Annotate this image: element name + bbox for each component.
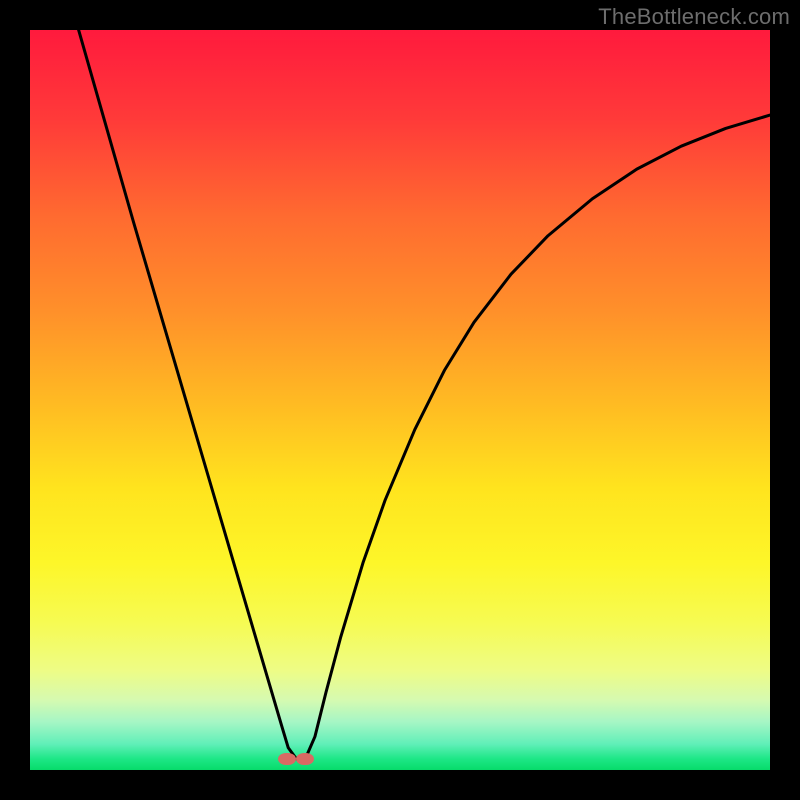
chart-frame: TheBottleneck.com bbox=[0, 0, 800, 800]
curve-path bbox=[74, 30, 770, 759]
watermark-text: TheBottleneck.com bbox=[598, 4, 790, 30]
minimum-marker bbox=[296, 753, 314, 765]
bottleneck-curve bbox=[30, 30, 770, 770]
minimum-marker bbox=[278, 753, 296, 765]
plot-area bbox=[30, 30, 770, 770]
